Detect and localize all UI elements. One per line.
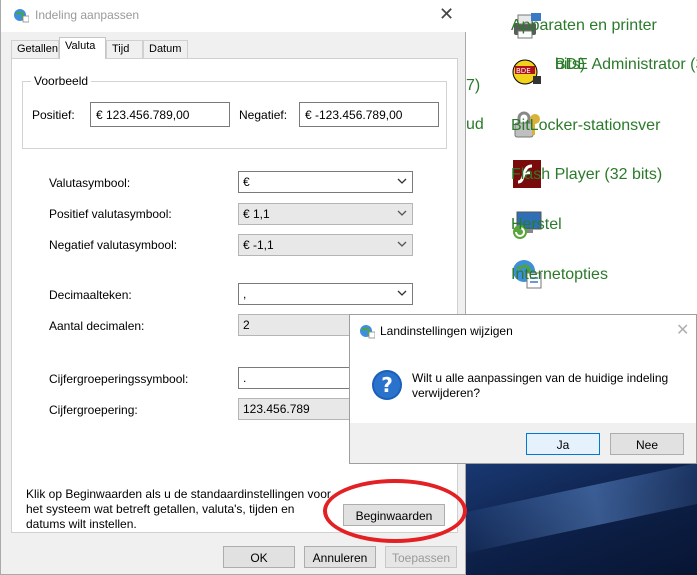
globe-icon (14, 9, 29, 23)
close-icon[interactable]: ✕ (676, 320, 689, 340)
question-icon: ? (372, 370, 402, 400)
negative-format-value: € -1,1 (243, 238, 274, 252)
grouping-label: Cijfergroepering: (49, 403, 138, 417)
yes-button[interactable]: Ja (526, 433, 600, 455)
positive-format-label: Positief valutasymbool: (49, 207, 172, 221)
negative-label: Negatief: (239, 108, 288, 122)
tab-numbers[interactable]: Getallen (11, 40, 59, 59)
cp-item-internet-options[interactable]: Internetopties (511, 258, 608, 290)
globe-icon (360, 325, 375, 339)
confirm-footer: Ja Nee (350, 423, 696, 463)
clipped-text: 7) (466, 77, 481, 94)
negative-format-label: Negatief valutasymbool: (49, 238, 178, 252)
close-icon[interactable]: ✕ (439, 4, 454, 25)
svg-text:BDE: BDE (516, 67, 531, 75)
grouping-symbol-label: Cijfergroeperingssymbool: (49, 372, 189, 386)
cp-item-recovery[interactable]: Herstel (511, 208, 562, 240)
confirm-dialog: Landinstellingen wijzigen ✕ ? Wilt u all… (349, 314, 697, 464)
bde-icon: BDE (512, 59, 541, 85)
clipped-text: ud (466, 116, 484, 133)
cp-item-bde-administrator[interactable]: BDE BDE Administrator (3 bits) (511, 54, 697, 86)
currency-symbol-value: € (243, 175, 250, 189)
example-groupbox: Voorbeeld Positief: € 123.456.789,00 Neg… (22, 74, 447, 149)
cancel-button[interactable]: Annuleren (304, 546, 376, 568)
svg-text:?: ? (381, 373, 393, 397)
currency-symbol-label: Valutasymbool: (49, 176, 131, 190)
num-decimals-value: 2 (243, 318, 250, 332)
tab-currency[interactable]: Valuta (59, 37, 106, 59)
cp-item-devices-printers[interactable]: Apparaten en printer (511, 9, 657, 41)
tab-time[interactable]: Tijd (106, 40, 143, 59)
cp-item-label-line2: bits) (555, 56, 586, 73)
reset-info-text: Klik op Beginwaarden als u de standaardi… (26, 487, 331, 531)
desktop-wallpaper (466, 445, 697, 575)
positive-label: Positief: (32, 108, 75, 122)
cp-item-label: Apparaten en printer (511, 16, 657, 34)
chevron-down-icon (397, 241, 407, 247)
example-group-title: Voorbeeld (31, 74, 92, 88)
confirm-dialog-title: Landinstellingen wijzigen (380, 324, 513, 338)
dialog-titlebar: Indeling aanpassen ✕ (1, 0, 467, 32)
cp-item-flash-player[interactable]: Flash Player (32 bits) (511, 158, 662, 190)
tab-date[interactable]: Datum (143, 40, 188, 59)
chevron-down-icon (397, 290, 407, 296)
cp-item-bitlocker[interactable]: BitLocker-stationsver (511, 109, 660, 141)
chevron-down-icon (397, 210, 407, 216)
positive-format-combo[interactable]: € 1,1 (238, 203, 413, 225)
negative-example-field: € -123.456.789,00 (299, 102, 439, 127)
grouping-value: 123.456.789 (243, 402, 310, 416)
decimal-symbol-label: Decimaalteken: (49, 288, 132, 302)
positive-example-field: € 123.456.789,00 (90, 102, 230, 127)
no-button[interactable]: Nee (610, 433, 684, 455)
apply-button[interactable]: Toepassen (385, 546, 457, 568)
grouping-symbol-value: . (243, 371, 247, 385)
cp-item-label: BitLocker-stationsver (511, 116, 661, 134)
negative-format-combo[interactable]: € -1,1 (238, 234, 413, 256)
highlight-circle (323, 479, 467, 543)
cp-item-label: Herstel (511, 215, 562, 233)
cp-item-label: Internetopties (511, 265, 608, 283)
chevron-down-icon (397, 178, 407, 184)
ok-button[interactable]: OK (223, 546, 295, 568)
positive-format-value: € 1,1 (243, 207, 270, 221)
currency-symbol-combo[interactable]: € (238, 171, 413, 193)
decimal-symbol-combo[interactable]: , (238, 283, 413, 305)
cp-item-label: Flash Player (32 bits) (511, 165, 663, 183)
num-decimals-label: Aantal decimalen: (49, 319, 145, 333)
decimal-symbol-value: , (243, 287, 247, 301)
dialog-title: Indeling aanpassen (35, 8, 140, 22)
confirm-message: Wilt u alle aanpassingen van de huidige … (412, 371, 669, 400)
